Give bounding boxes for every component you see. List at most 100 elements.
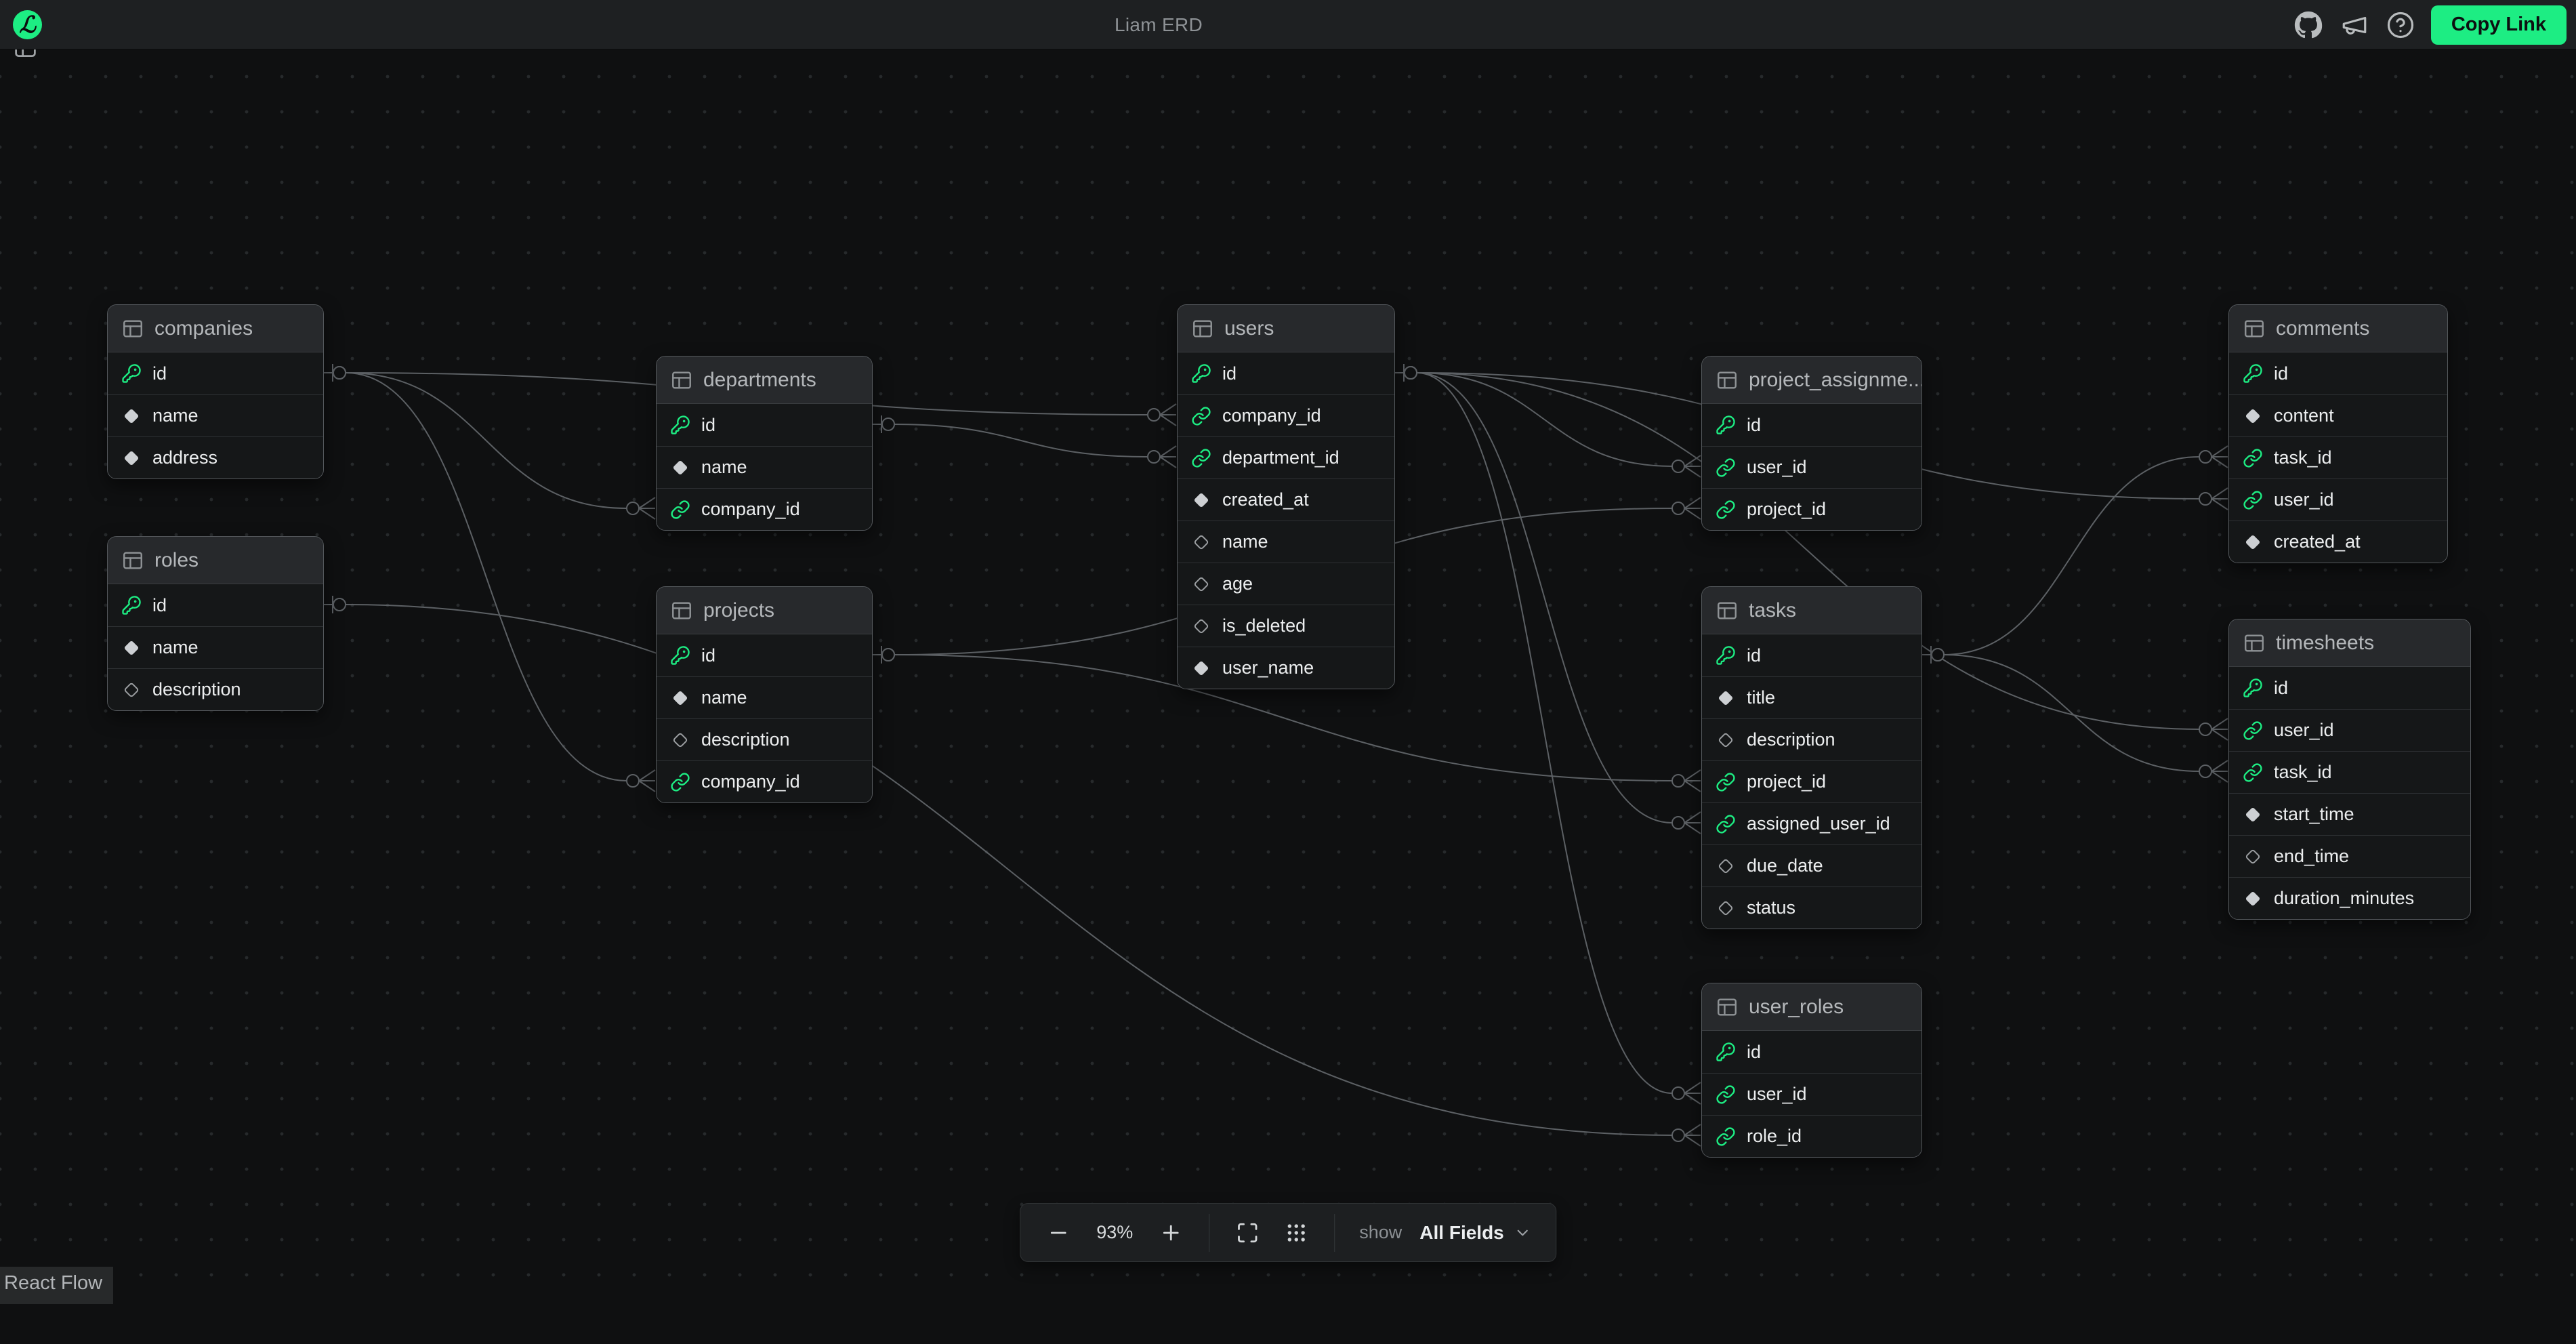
field-row-departments-company_id[interactable]: company_id bbox=[657, 488, 872, 530]
field-row-user_roles-user_id[interactable]: user_id bbox=[1702, 1073, 1921, 1115]
field-row-roles-id[interactable]: id bbox=[108, 584, 323, 626]
megaphone-icon[interactable] bbox=[2339, 9, 2370, 41]
table-tasks[interactable]: tasksidtitle description project_idassigne… bbox=[1701, 586, 1922, 929]
help-icon[interactable] bbox=[2385, 9, 2416, 41]
field-name: user_id bbox=[2274, 489, 2334, 510]
field-row-project_assignments-user_id[interactable]: user_id bbox=[1702, 446, 1921, 488]
table-icon bbox=[670, 369, 693, 392]
link-icon bbox=[2243, 490, 2263, 510]
field-row-comments-created_at[interactable]: created_at bbox=[2229, 521, 2447, 563]
field-row-users-is_deleted[interactable]: is_deleted bbox=[1178, 605, 1394, 647]
table-header[interactable]: roles bbox=[108, 537, 323, 584]
diamond-filled-icon bbox=[121, 406, 142, 426]
field-row-projects-description[interactable]: description bbox=[657, 718, 872, 760]
plus-icon bbox=[1159, 1221, 1182, 1244]
key-icon bbox=[1716, 645, 1736, 666]
field-row-timesheets-end_time[interactable]: end_time bbox=[2229, 835, 2470, 877]
field-row-project_assignments-project_id[interactable]: project_id bbox=[1702, 488, 1921, 530]
table-header[interactable]: users bbox=[1178, 305, 1394, 352]
field-row-timesheets-duration_minutes[interactable]: duration_minutes bbox=[2229, 877, 2470, 919]
table-header[interactable]: user_roles bbox=[1702, 983, 1921, 1031]
table-header[interactable]: tasks bbox=[1702, 587, 1921, 634]
field-row-users-department_id[interactable]: department_id bbox=[1178, 436, 1394, 478]
field-row-user_roles-role_id[interactable]: role_id bbox=[1702, 1115, 1921, 1157]
field-row-timesheets-id[interactable]: id bbox=[2229, 667, 2470, 709]
field-row-tasks-assigned_user_id[interactable]: assigned_user_id bbox=[1702, 802, 1921, 844]
field-row-users-id[interactable]: id bbox=[1178, 352, 1394, 394]
table-projects[interactable]: projects id name descriptioncompany_id bbox=[656, 586, 873, 803]
key-icon bbox=[1716, 1042, 1736, 1062]
field-row-tasks-title[interactable]: title bbox=[1702, 676, 1921, 718]
table-name: timesheets bbox=[2276, 632, 2374, 655]
table-icon bbox=[2243, 632, 2266, 655]
field-row-projects-name[interactable]: name bbox=[657, 676, 872, 718]
zoom-out-button[interactable] bbox=[1041, 1215, 1076, 1250]
field-name: description bbox=[152, 679, 241, 700]
table-users[interactable]: users idcompany_iddepartment_idcreated_at… bbox=[1177, 304, 1395, 689]
field-row-companies-id[interactable]: id bbox=[108, 352, 323, 394]
field-row-tasks-project_id[interactable]: project_id bbox=[1702, 760, 1921, 802]
field-row-roles-name[interactable]: name bbox=[108, 626, 323, 668]
table-name: projects bbox=[703, 599, 774, 622]
liam-logo[interactable]: ℒ bbox=[13, 10, 42, 39]
table-user_roles[interactable]: user_rolesiduser_idrole_id bbox=[1701, 983, 1922, 1158]
field-row-tasks-status[interactable]: status bbox=[1702, 887, 1921, 929]
field-row-companies-address[interactable]: address bbox=[108, 436, 323, 478]
copy-link-button[interactable]: Copy Link bbox=[2431, 5, 2567, 45]
field-row-departments-name[interactable]: name bbox=[657, 446, 872, 488]
table-header[interactable]: timesheets bbox=[2229, 619, 2470, 667]
table-departments[interactable]: departments idnamecompany_id bbox=[656, 356, 873, 531]
fit-view-button[interactable] bbox=[1230, 1215, 1265, 1250]
github-icon[interactable] bbox=[2293, 9, 2324, 41]
field-row-companies-name[interactable]: name bbox=[108, 394, 323, 436]
table-project_assignments[interactable]: project_assignme...iduser_idproject_id bbox=[1701, 356, 1922, 531]
field-row-projects-company_id[interactable]: company_id bbox=[657, 760, 872, 802]
react-flow-attribution[interactable]: React Flow bbox=[0, 1267, 113, 1304]
field-row-timesheets-start_time[interactable]: start_time bbox=[2229, 793, 2470, 835]
field-row-projects-id[interactable]: id bbox=[657, 634, 872, 676]
field-row-timesheets-task_id[interactable]: task_id bbox=[2229, 751, 2470, 793]
zoom-in-button[interactable] bbox=[1153, 1215, 1188, 1250]
field-row-tasks-id[interactable]: id bbox=[1702, 634, 1921, 676]
top-bar: ℒ Liam ERD Copy Link bbox=[0, 0, 2576, 49]
table-comments[interactable]: comments id contenttask_id user_id created_a… bbox=[2228, 304, 2448, 563]
table-companies[interactable]: companiesid name address bbox=[107, 304, 324, 479]
field-row-comments-task_id[interactable]: task_id bbox=[2229, 436, 2447, 478]
field-name: description bbox=[1747, 729, 1835, 750]
table-header[interactable]: departments bbox=[657, 357, 872, 404]
erd-canvas[interactable]: companiesidnameaddressrolesidnamedescrip… bbox=[0, 49, 2576, 1295]
link-icon bbox=[2243, 720, 2263, 741]
field-row-users-user_name[interactable]: user_name bbox=[1178, 647, 1394, 689]
table-header[interactable]: projects bbox=[657, 587, 872, 634]
field-row-users-name[interactable]: name bbox=[1178, 521, 1394, 563]
field-row-users-company_id[interactable]: company_id bbox=[1178, 394, 1394, 436]
link-icon bbox=[1716, 500, 1736, 520]
field-name: name bbox=[152, 405, 199, 426]
field-row-comments-user_id[interactable]: user_id bbox=[2229, 478, 2447, 521]
fields-filter-dropdown[interactable]: All Fields bbox=[1415, 1222, 1535, 1244]
table-name: departments bbox=[703, 369, 816, 392]
table-roles[interactable]: rolesidname description bbox=[107, 536, 324, 711]
table-header[interactable]: companies bbox=[108, 305, 323, 352]
field-row-users-age[interactable]: age bbox=[1178, 563, 1394, 605]
table-timesheets[interactable]: timesheets iduser_idtask_idstart_timeend_… bbox=[2228, 619, 2471, 920]
field-row-users-created_at[interactable]: created_at bbox=[1178, 478, 1394, 521]
key-icon bbox=[670, 645, 690, 666]
field-row-roles-description[interactable]: description bbox=[108, 668, 323, 710]
field-row-comments-content[interactable]: content bbox=[2229, 394, 2447, 436]
top-bar-actions: Copy Link bbox=[2293, 0, 2567, 49]
tidy-up-button[interactable] bbox=[1279, 1215, 1314, 1250]
link-icon bbox=[1716, 1126, 1736, 1147]
table-header[interactable]: project_assignme... bbox=[1702, 357, 1921, 404]
field-name: name bbox=[701, 687, 747, 708]
field-row-comments-id[interactable]: id bbox=[2229, 352, 2447, 394]
field-row-project_assignments-id[interactable]: id bbox=[1702, 404, 1921, 446]
field-row-departments-id[interactable]: id bbox=[657, 404, 872, 446]
field-name: id bbox=[2274, 363, 2288, 384]
field-row-tasks-description[interactable]: description bbox=[1702, 718, 1921, 760]
field-row-tasks-due_date[interactable]: due_date bbox=[1702, 844, 1921, 887]
table-name: users bbox=[1224, 317, 1274, 340]
table-header[interactable]: comments bbox=[2229, 305, 2447, 352]
field-row-user_roles-id[interactable]: id bbox=[1702, 1031, 1921, 1073]
field-row-timesheets-user_id[interactable]: user_id bbox=[2229, 709, 2470, 751]
